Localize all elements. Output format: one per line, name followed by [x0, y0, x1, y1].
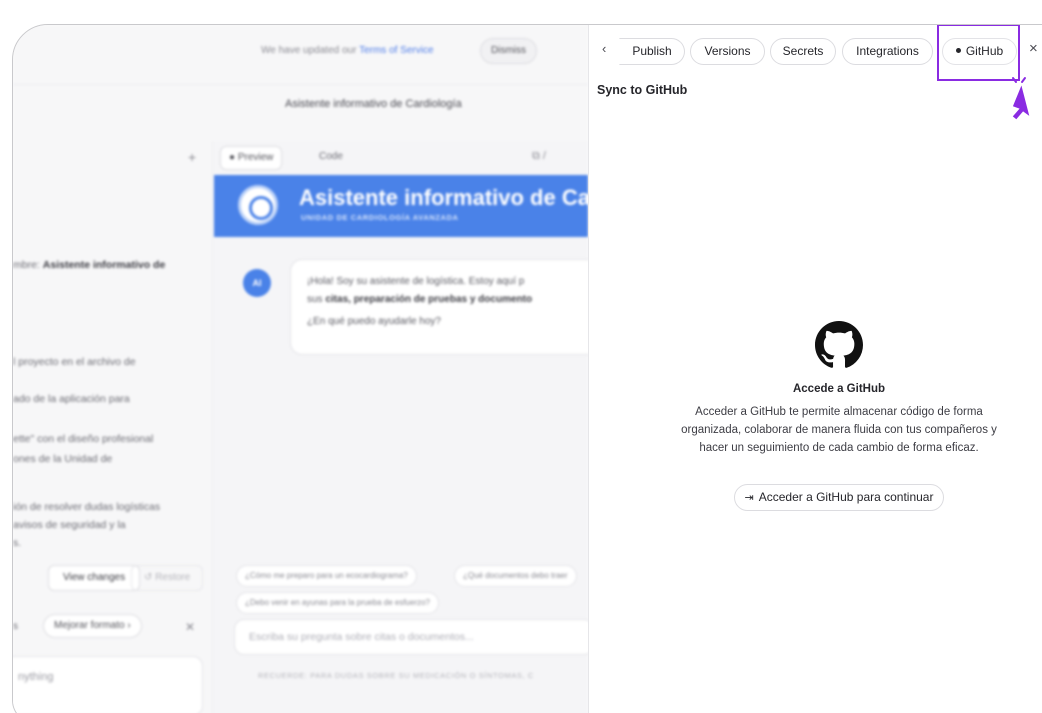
tab-preview[interactable]: ● Preview — [220, 146, 283, 170]
pointer-cursor-icon — [1012, 73, 1030, 120]
github-connect-card: Accede a GitHub Acceder a GitHub te perm… — [634, 321, 1042, 511]
assistant-message: ¡Hola! Soy su asistente de logística. Es… — [290, 259, 610, 355]
chat-line: ión de resolver dudas logísticas — [13, 501, 161, 513]
close-icon[interactable]: × — [1029, 40, 1038, 57]
background-app: We have updated our Terms of Service Dis… — [13, 25, 610, 713]
chat-panel: + mbre: Asistente informativo de l proye… — [13, 141, 213, 713]
connect-github-button[interactable]: ⇥ Acceder a GitHub para continuar — [733, 484, 945, 511]
hero-subtitle: UNIDAD DE CARDIOLOGÍA AVANZADA — [301, 213, 459, 222]
message-text: sus — [307, 294, 326, 305]
tab-publish[interactable]: Publish — [619, 38, 685, 65]
tab-code[interactable]: Code — [319, 151, 343, 162]
suggestion-chip[interactable]: ¿Qué documentos debo traer — [454, 565, 577, 587]
mejorar-formato-chip[interactable]: Mejorar formato › — [43, 614, 142, 638]
chat-line: ado de la aplicación para — [13, 393, 130, 405]
message-line: ¡Hola! Soy su asistente de logística. Es… — [307, 276, 525, 287]
panel-tabs: ‹ Publish Versions Secrets Integrations … — [589, 25, 1042, 120]
access-title: Accede a GitHub — [792, 383, 886, 395]
github-panel: ‹ Publish Versions Secrets Integrations … — [588, 25, 1042, 713]
heart-logo-icon — [238, 185, 278, 225]
hero-title: Asistente informativo de Car — [299, 185, 599, 210]
chat-line: ones de la Unidad de — [13, 453, 113, 465]
tab-integrations[interactable]: Integrations — [842, 38, 933, 65]
app-window: We have updated our Terms of Service Dis… — [12, 24, 1042, 713]
tab-versions[interactable]: Versions — [690, 38, 765, 65]
chat-input[interactable]: nything — [13, 656, 203, 713]
view-changes-button[interactable]: View changes — [48, 565, 141, 591]
message-line: sus citas, preparación de pruebas y docu… — [307, 294, 532, 305]
terms-notice: We have updated our Terms of Service — [261, 45, 434, 56]
close-icon[interactable]: ✕ — [185, 620, 195, 634]
connect-github-label: Acceder a GitHub para continuar — [758, 490, 934, 504]
disclaimer-text: RECUERDE: PARA DUDAS SOBRE SU MEDICACIÓN… — [258, 671, 534, 680]
restore-button[interactable]: ↺ Restore — [131, 565, 204, 591]
chat-line: ette" con el diseño profesional — [13, 433, 154, 445]
sync-title: Sync to GitHub — [597, 83, 688, 97]
suggestion-chip[interactable]: ¿Debo venir en ayunas para la prueba de … — [236, 592, 440, 614]
chat-line-bold: Asistente informativo de — [42, 259, 166, 271]
chat-line: l proyecto en el archivo de — [13, 356, 136, 368]
project-title: Asistente informativo de Cardiología — [285, 98, 462, 110]
login-icon: ⇥ — [744, 492, 754, 504]
chevron-left-icon[interactable]: ‹ — [602, 41, 606, 56]
message-bold: citas, preparación de pruebas y document… — [325, 294, 533, 305]
github-icon — [815, 321, 863, 368]
top-bar: We have updated our Terms of Service Dis… — [13, 25, 588, 85]
chat-input-placeholder: nything — [18, 671, 54, 683]
chat-line: mbre: Asistente informativo de — [13, 259, 165, 271]
chat-line: avisos de seguridad y la — [13, 519, 126, 531]
access-description: Acceder a GitHub te permite almacenar có… — [681, 406, 997, 454]
device-icon[interactable]: ⧉ / — [532, 150, 546, 163]
terms-link[interactable]: Terms of Service — [359, 45, 433, 56]
tab-secrets[interactable]: Secrets — [770, 38, 836, 65]
notice-text: We have updated our — [261, 45, 357, 56]
ai-avatar: AI — [243, 269, 271, 297]
dismiss-button[interactable]: Dismiss — [480, 38, 537, 64]
row-label: s — [13, 621, 18, 632]
question-input[interactable]: Escriba su pregunta sobre citas o docume… — [234, 619, 594, 655]
preview-panel: ● Preview Code ⧉ / Asistente informativo… — [214, 141, 610, 713]
suggestion-chip[interactable]: ¿Cómo me preparo para un ecocardiograma? — [236, 565, 417, 587]
app-hero-banner: Asistente informativo de Car UNIDAD DE C… — [214, 175, 599, 237]
add-icon[interactable]: + — [188, 149, 196, 165]
preview-tabs: ● Preview Code ⧉ / — [214, 141, 588, 175]
message-line: ¿En qué puedo ayudarle hoy? — [307, 316, 441, 327]
chat-line-text: mbre: Asistente informativo de — [13, 259, 166, 271]
chat-line: s. — [13, 537, 22, 549]
